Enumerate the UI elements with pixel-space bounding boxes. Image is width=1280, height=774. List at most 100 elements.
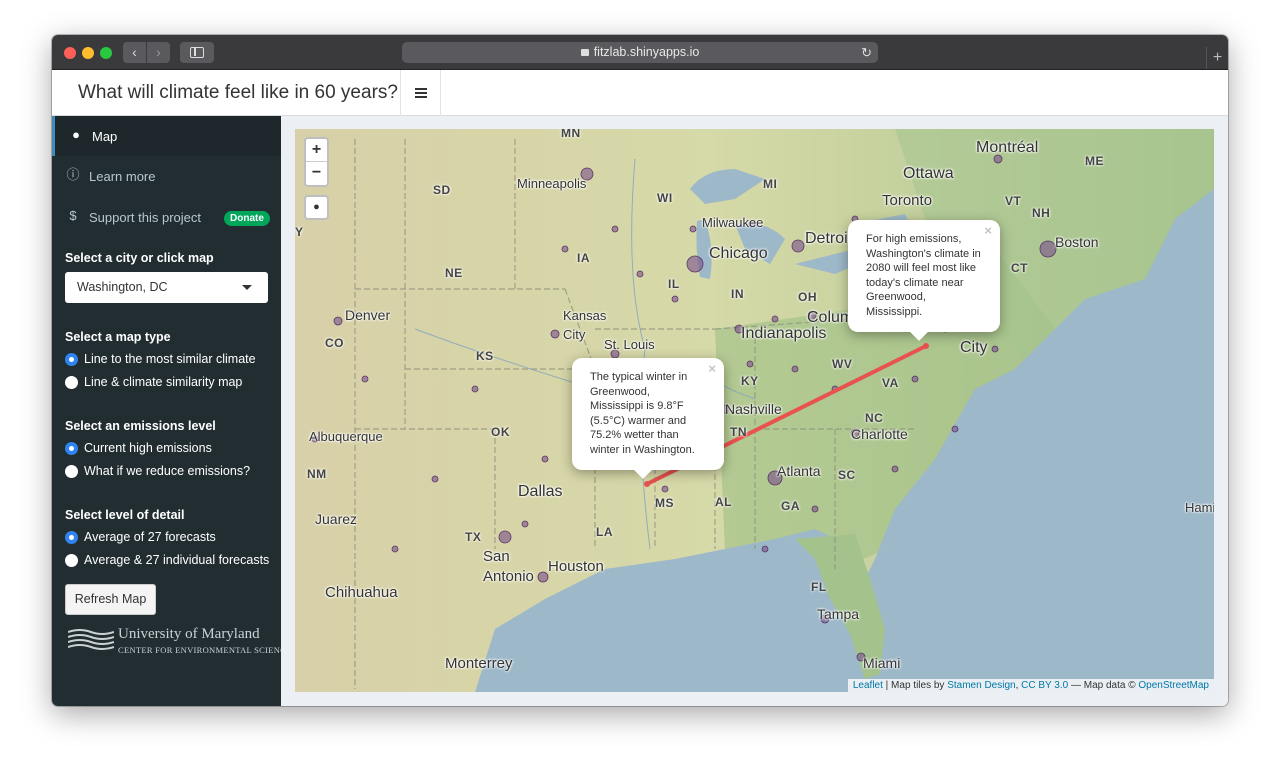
radio-button[interactable] (65, 554, 78, 567)
umces-logo: University of Maryland CENTER FOR ENVIRO… (68, 626, 291, 658)
popup-text: The typical winter in Greenwood, Mississ… (590, 371, 695, 456)
stamen-link[interactable]: Stamen Design (947, 680, 1015, 691)
city-marker[interactable] (361, 375, 369, 383)
browser-window: ‹ › fitzlab.shinyapps.io ↻ + What will c… (52, 35, 1228, 706)
city-marker[interactable] (791, 239, 805, 253)
city-marker[interactable] (541, 455, 549, 463)
forward-button[interactable]: › (147, 42, 170, 63)
radio-button[interactable] (65, 465, 78, 478)
locate-button[interactable]: ● (304, 195, 329, 220)
state-label: OK (491, 425, 510, 439)
city-marker[interactable] (951, 425, 959, 433)
city-marker[interactable] (761, 545, 769, 553)
line-endpoint[interactable] (644, 481, 650, 487)
state-label: Y (295, 225, 304, 239)
city-label: City (960, 339, 988, 356)
sidebar-toggle-button[interactable] (400, 70, 441, 116)
close-window-button[interactable] (64, 47, 76, 59)
zoom-out-button[interactable]: − (306, 162, 327, 185)
city-marker[interactable] (431, 475, 439, 483)
sidebar-item-learn-more[interactable]: ⓘ Learn more (52, 156, 281, 196)
close-icon[interactable]: × (984, 223, 992, 239)
city-marker[interactable] (471, 385, 479, 393)
city-label: Hami (1185, 500, 1214, 515)
minimize-window-button[interactable] (82, 47, 94, 59)
new-tab-button[interactable]: + (1206, 47, 1228, 69)
osm-link[interactable]: OpenStreetMap (1138, 680, 1209, 691)
city-marker[interactable] (686, 255, 704, 273)
state-label: NC (865, 411, 884, 425)
state-label: AL (715, 495, 732, 509)
state-label: IN (731, 287, 744, 301)
logo-name: University of Maryland (118, 626, 260, 642)
map-type-label: Select a map type (65, 330, 171, 344)
state-label: VA (882, 376, 899, 390)
reload-icon[interactable]: ↻ (861, 42, 872, 63)
address-bar[interactable]: fitzlab.shinyapps.io ↻ (402, 42, 878, 63)
license-link[interactable]: CC BY 3.0 (1021, 680, 1068, 691)
city-marker[interactable] (550, 329, 560, 339)
browser-sidebar-toggle[interactable] (180, 42, 214, 63)
plus-icon: + (1212, 49, 1223, 66)
city-label: Detroit (805, 230, 853, 247)
city-marker[interactable] (636, 270, 644, 278)
city-marker[interactable] (1039, 240, 1057, 258)
city-select-value: Washington, DC (77, 280, 168, 294)
state-label: CT (1011, 261, 1028, 275)
browser-titlebar: ‹ › fitzlab.shinyapps.io ↻ + (52, 35, 1228, 70)
city-marker[interactable] (689, 225, 697, 233)
leaflet-map[interactable]: MN SD NE IA WI MI IL IN OH CO KS KY WV V… (295, 129, 1214, 692)
state-label: FL (811, 580, 827, 594)
city-marker[interactable] (561, 245, 569, 253)
state-label: TX (465, 530, 482, 544)
sidebar-item-map[interactable]: ● Map (52, 116, 281, 156)
state-label: NE (445, 266, 463, 280)
url-text: fitzlab.shinyapps.io (593, 45, 700, 59)
fullscreen-window-button[interactable] (100, 47, 112, 59)
lock-icon (580, 49, 589, 56)
city-marker[interactable] (811, 505, 819, 513)
leaflet-link[interactable]: Leaflet (853, 680, 883, 691)
city-marker[interactable] (521, 520, 529, 528)
radio-button[interactable] (65, 442, 78, 455)
city-marker[interactable] (771, 315, 779, 323)
city-label: Chicago (709, 245, 768, 262)
city-marker[interactable] (671, 295, 679, 303)
sidebar-item-label: Map (92, 129, 118, 144)
city-marker[interactable] (911, 375, 919, 383)
sidebar-item-label: Learn more (89, 169, 156, 184)
city-marker[interactable] (991, 345, 999, 353)
city-marker[interactable] (391, 545, 399, 553)
city-marker[interactable] (498, 530, 512, 544)
zoom-in-button[interactable]: + (306, 139, 327, 162)
close-icon[interactable]: × (708, 361, 716, 377)
sidebar-item-support[interactable]: $ Support this project Donate (52, 197, 281, 237)
chevron-left-icon: ‹ (132, 44, 137, 60)
state-label: SD (433, 183, 451, 197)
city-marker[interactable] (333, 316, 343, 326)
city-label: Chihuahua (325, 584, 398, 601)
app-header: What will climate feel like in 60 years? (52, 70, 1228, 116)
destination-popup: × For high emissions, Washington's clima… (848, 220, 1000, 341)
state-label: NH (1032, 206, 1051, 220)
emissions-label: Select an emissions level (65, 419, 216, 433)
city-marker[interactable] (611, 225, 619, 233)
radio-button[interactable] (65, 376, 78, 389)
attribution-text: | Map tiles by (882, 680, 948, 691)
donate-badge[interactable]: Donate (224, 211, 270, 226)
back-button[interactable]: ‹ (123, 42, 146, 63)
city-marker[interactable] (746, 360, 754, 368)
state-label: OH (798, 290, 817, 304)
city-select[interactable]: Washington, DC (65, 272, 268, 303)
refresh-map-button[interactable]: Refresh Map (65, 584, 156, 615)
city-marker[interactable] (791, 365, 799, 373)
state-label: MN (561, 129, 581, 140)
line-endpoint[interactable] (923, 343, 929, 349)
chevron-right-icon: › (156, 44, 161, 60)
city-label: Indianapolis (741, 325, 827, 342)
radio-button[interactable] (65, 531, 78, 544)
radio-button[interactable] (65, 353, 78, 366)
city-marker[interactable] (661, 485, 669, 493)
city-marker[interactable] (891, 465, 899, 473)
state-label: ME (1085, 154, 1104, 168)
